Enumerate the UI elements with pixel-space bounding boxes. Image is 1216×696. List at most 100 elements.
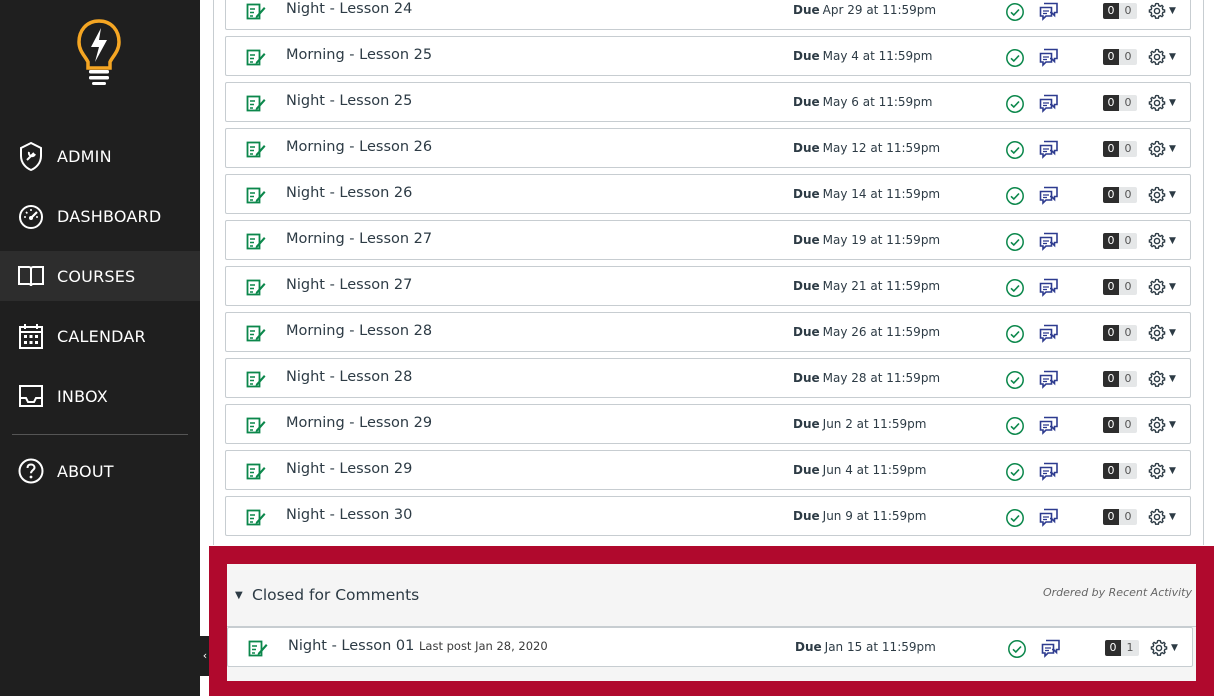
discussion-icon xyxy=(1039,415,1059,435)
settings-gear-icon[interactable]: ▼ xyxy=(1148,231,1184,251)
discussion-title-link[interactable]: Night - Lesson 27 xyxy=(286,277,412,293)
reply-count: 0 xyxy=(1119,279,1137,295)
settings-gear-icon[interactable]: ▼ xyxy=(1148,415,1184,435)
discussion-title[interactable]: Morning - Lesson 26 xyxy=(286,139,432,155)
discussion-title[interactable]: Night - Lesson 29 xyxy=(286,461,412,477)
reply-counts: 00 xyxy=(1103,463,1137,479)
discussion-row[interactable]: Night - Lesson 27 Due May 21 at 11:59pm 0 0 ▼ xyxy=(225,266,1191,306)
discussion-title[interactable]: Night - Lesson 30 xyxy=(286,507,412,523)
settings-gear-icon[interactable]: ▼ xyxy=(1148,93,1184,113)
graded-assignment-icon xyxy=(246,48,266,66)
published-check-icon[interactable] xyxy=(1005,140,1025,160)
closed-section-inner: ▼ Closed for Comments Ordered by Recent … xyxy=(227,564,1196,681)
discussion-row[interactable]: Morning - Lesson 27 Due May 19 at 11:59pm 0… xyxy=(225,220,1191,260)
discussion-title-link[interactable]: Morning - Lesson 26 xyxy=(286,139,432,155)
discussion-title[interactable]: Night - Lesson 28 xyxy=(286,369,412,385)
due-value: Jun 2 at 11:59pm xyxy=(822,417,927,431)
discussion-title-link[interactable]: Morning - Lesson 25 xyxy=(286,47,432,63)
discussion-row[interactable]: Night - Lesson 25 Due May 6 at 11:59pm 0 0 ▼ xyxy=(225,82,1191,122)
published-check-icon[interactable] xyxy=(1007,639,1027,659)
settings-gear-icon[interactable]: ▼ xyxy=(1148,507,1184,527)
settings-gear-icon[interactable]: ▼ xyxy=(1148,1,1184,21)
nav-item-dashboard[interactable]: DASHBOARD xyxy=(0,191,200,241)
discussion-title[interactable]: Night - Lesson 26 xyxy=(286,185,412,201)
reply-count: 0 xyxy=(1119,49,1137,65)
settings-gear-icon[interactable]: ▼ xyxy=(1148,277,1184,297)
published-check-icon[interactable] xyxy=(1005,462,1025,482)
discussion-title-link[interactable]: Night - Lesson 24 xyxy=(286,1,412,17)
discussion-row[interactable]: Morning - Lesson 29 Due Jun 2 at 11:59pm 0 0… xyxy=(225,404,1191,444)
reply-counts: 00 xyxy=(1103,233,1137,249)
settings-gear-icon[interactable]: ▼ xyxy=(1148,369,1184,389)
discussion-title[interactable]: Morning - Lesson 25 xyxy=(286,47,432,63)
discussion-title-link[interactable]: Night - Lesson 25 xyxy=(286,93,412,109)
discussion-icon xyxy=(1039,277,1059,297)
discussion-title[interactable]: Night - Lesson 01 xyxy=(288,638,414,654)
discussion-row[interactable]: Night - Lesson 28 Due May 28 at 11:59pm 0 0 ▼ xyxy=(225,358,1191,398)
discussion-title-link[interactable]: Night - Lesson 01 Last post Jan 28, 2020 xyxy=(288,638,548,654)
discussion-row[interactable]: Morning - Lesson 26 Due May 12 at 11:59pm 0… xyxy=(225,128,1191,168)
due-label: Due xyxy=(793,325,820,339)
discussion-row[interactable]: Night - Lesson 30 Due Jun 9 at 11:59pm 0 0 ▼ xyxy=(225,496,1191,536)
nav-item-admin[interactable]: ADMIN xyxy=(0,131,200,181)
unread-count: 0 xyxy=(1103,3,1119,19)
due-date: Due May 21 at 11:59pm xyxy=(793,279,940,293)
nav-divider xyxy=(12,434,188,435)
settings-gear-icon[interactable]: ▼ xyxy=(1148,461,1184,481)
published-check-icon[interactable] xyxy=(1005,416,1025,436)
discussion-title[interactable]: Night - Lesson 24 xyxy=(286,1,412,17)
discussion-icon xyxy=(1039,461,1059,481)
due-date: Due Apr 29 at 11:59pm xyxy=(793,3,936,17)
discussion-title[interactable]: Night - Lesson 27 xyxy=(286,277,412,293)
published-check-icon[interactable] xyxy=(1005,94,1025,114)
nav-item-calendar[interactable]: CALENDAR xyxy=(0,311,200,361)
discussion-title-link[interactable]: Night - Lesson 30 xyxy=(286,507,412,523)
due-label: Due xyxy=(795,640,822,654)
due-date: Due May 19 at 11:59pm xyxy=(793,233,940,247)
dashboard-gauge-icon xyxy=(16,201,46,231)
discussion-row[interactable]: Morning - Lesson 25 Due May 4 at 11:59pm 0 0… xyxy=(225,36,1191,76)
discussion-title[interactable]: Morning - Lesson 29 xyxy=(286,415,432,431)
nav-item-courses[interactable]: COURSES xyxy=(0,251,200,301)
nav-item-label: ADMIN xyxy=(57,146,112,166)
settings-gear-icon[interactable]: ▼ xyxy=(1148,139,1184,159)
last-post-date: Last post Jan 28, 2020 xyxy=(419,639,548,653)
settings-gear-icon[interactable]: ▼ xyxy=(1148,323,1184,343)
published-check-icon[interactable] xyxy=(1005,324,1025,344)
discussion-title[interactable]: Night - Lesson 25 xyxy=(286,93,412,109)
nav-item-inbox[interactable]: INBOX xyxy=(0,371,200,421)
published-check-icon[interactable] xyxy=(1005,48,1025,68)
reply-counts: 00 xyxy=(1103,325,1137,341)
nav-item-about[interactable]: ABOUT xyxy=(0,446,200,496)
discussion-row[interactable]: Night - Lesson 01 Last post Jan 28, 2020… xyxy=(227,627,1193,667)
published-check-icon[interactable] xyxy=(1005,508,1025,528)
due-label: Due xyxy=(793,463,820,477)
discussion-title-link[interactable]: Morning - Lesson 29 xyxy=(286,415,432,431)
institution-logo[interactable] xyxy=(76,18,122,86)
published-check-icon[interactable] xyxy=(1005,2,1025,22)
published-check-icon[interactable] xyxy=(1005,370,1025,390)
due-date: Due May 4 at 11:59pm xyxy=(793,49,933,63)
discussion-title-link[interactable]: Morning - Lesson 28 xyxy=(286,323,432,339)
settings-gear-icon[interactable]: ▼ xyxy=(1148,47,1184,67)
published-check-icon[interactable] xyxy=(1005,232,1025,252)
discussion-icon xyxy=(1039,323,1059,343)
discussion-title-link[interactable]: Morning - Lesson 27 xyxy=(286,231,432,247)
closed-section-header[interactable]: ▼ Closed for Comments Ordered by Recent … xyxy=(227,564,1196,627)
discussion-title[interactable]: Morning - Lesson 27 xyxy=(286,231,432,247)
discussion-title[interactable]: Morning - Lesson 28 xyxy=(286,323,432,339)
discussion-title-link[interactable]: Night - Lesson 26 xyxy=(286,185,412,201)
discussion-row[interactable]: Morning - Lesson 28 Due May 26 at 11:59pm 0… xyxy=(225,312,1191,352)
nav-item-label: INBOX xyxy=(57,386,108,406)
due-label: Due xyxy=(793,49,820,63)
discussion-title-link[interactable]: Night - Lesson 29 xyxy=(286,461,412,477)
settings-gear-icon[interactable]: ▼ xyxy=(1150,638,1186,658)
discussion-row[interactable]: Night - Lesson 24 Due Apr 29 at 11:59pm 0 0 ▼ xyxy=(225,0,1191,30)
discussion-title-link[interactable]: Night - Lesson 28 xyxy=(286,369,412,385)
discussion-row[interactable]: Night - Lesson 29 Due Jun 4 at 11:59pm 0 0 ▼ xyxy=(225,450,1191,490)
published-check-icon[interactable] xyxy=(1005,278,1025,298)
settings-gear-icon[interactable]: ▼ xyxy=(1148,185,1184,205)
discussion-row[interactable]: Night - Lesson 26 Due May 14 at 11:59pm 0 0 ▼ xyxy=(225,174,1191,214)
caret-down-icon[interactable]: ▼ xyxy=(235,590,243,601)
published-check-icon[interactable] xyxy=(1005,186,1025,206)
